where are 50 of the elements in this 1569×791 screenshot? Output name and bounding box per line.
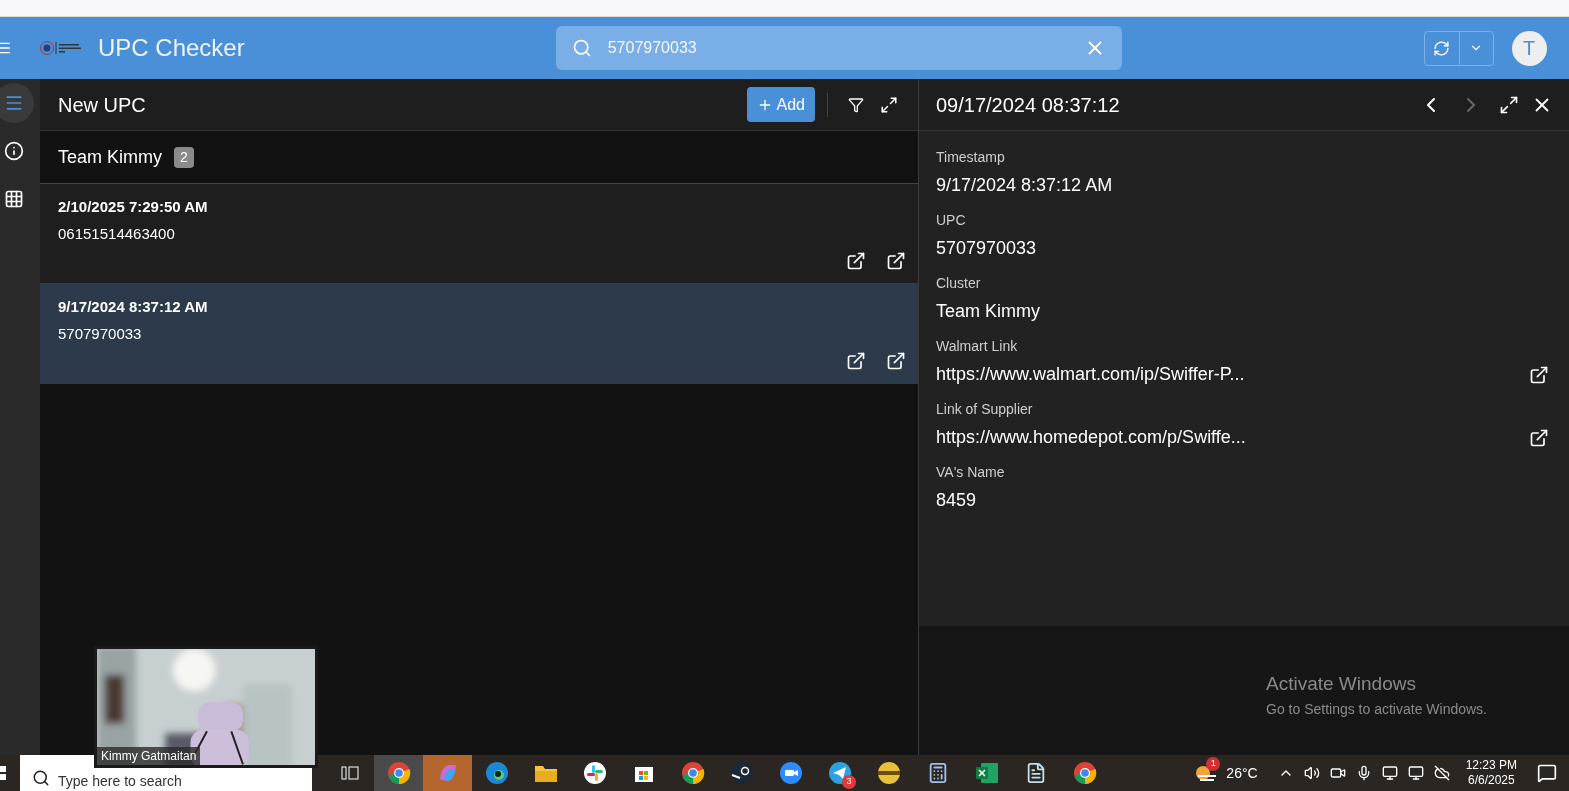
- field-label: Cluster: [936, 274, 982, 293]
- search-icon: [571, 38, 592, 58]
- activation-text: Go to Settings to activate Windows.: [1266, 699, 1487, 719]
- notification-badge: 1: [1206, 757, 1221, 771]
- list-item[interactable]: 9/17/2024 8:37:12 AM 5707970033: [40, 284, 918, 384]
- item-timestamp: 9/17/2024 8:37:12 AM: [58, 297, 209, 317]
- panel-title: New UPC: [58, 92, 147, 118]
- field-value: 9/17/2024 8:37:12 AM: [936, 174, 1114, 197]
- field-label: Link of Supplier: [936, 400, 1034, 419]
- item-upc: 5707970033: [58, 323, 143, 344]
- list-item[interactable]: 2/10/2025 7:29:50 AM 06151514463400: [40, 184, 918, 284]
- field-label: UPC: [936, 211, 967, 230]
- external-link-icon: [886, 351, 906, 371]
- field-value: Team Kimmy: [936, 300, 1041, 323]
- notification-badge: 3: [842, 775, 856, 789]
- activation-title: Activate Windows: [1266, 672, 1416, 696]
- external-link-icon: [1529, 364, 1549, 385]
- sync-split-button[interactable]: [1423, 30, 1494, 66]
- field-link[interactable]: https://www.walmart.com/ip/Swiffer-P...: [936, 361, 1529, 388]
- chrome-app-icon[interactable]: [374, 755, 423, 791]
- participant-name: Kimmy Gatmaitan: [97, 747, 201, 765]
- item-upc: 06151514463400: [58, 223, 176, 244]
- external-link-icon: [1529, 427, 1549, 448]
- search-icon: [32, 769, 50, 787]
- logo-icon: [40, 40, 82, 56]
- list-icon[interactable]: [0, 83, 34, 123]
- field-label: Walmart Link: [936, 337, 1019, 356]
- item-timestamp: 2/10/2025 7:29:50 AM: [58, 197, 209, 217]
- detail-title: 09/17/2024 08:37:12: [936, 92, 1121, 118]
- count-badge: 2: [174, 146, 194, 168]
- temperature: 26°C: [1226, 763, 1258, 783]
- field-label: Timestamp: [936, 148, 1006, 167]
- external-link-icon: [846, 251, 866, 271]
- volume-icon: [1303, 765, 1320, 781]
- notifications-icon: [1537, 763, 1557, 783]
- sync-icon: [1433, 39, 1451, 57]
- clock-date: 6/6/2025: [1467, 773, 1515, 788]
- monitor-icon: [1381, 765, 1398, 781]
- field-value: 8459: [936, 489, 978, 512]
- clock-time: 12:23 PM: [1465, 758, 1517, 773]
- start-icon[interactable]: [0, 765, 8, 781]
- external-link-icon: [886, 251, 906, 271]
- group-name: Team Kimmy: [58, 145, 162, 169]
- app-title: UPC Checker: [98, 33, 245, 63]
- field-link[interactable]: https://www.homedepot.com/p/Swiffe...: [936, 424, 1529, 451]
- field-value: 5707970033: [936, 237, 1038, 260]
- camera-icon: [1329, 765, 1346, 781]
- external-link-icon: [846, 351, 866, 371]
- cloud-off-icon: [1433, 765, 1450, 781]
- field-label: VA's Name: [936, 463, 1006, 482]
